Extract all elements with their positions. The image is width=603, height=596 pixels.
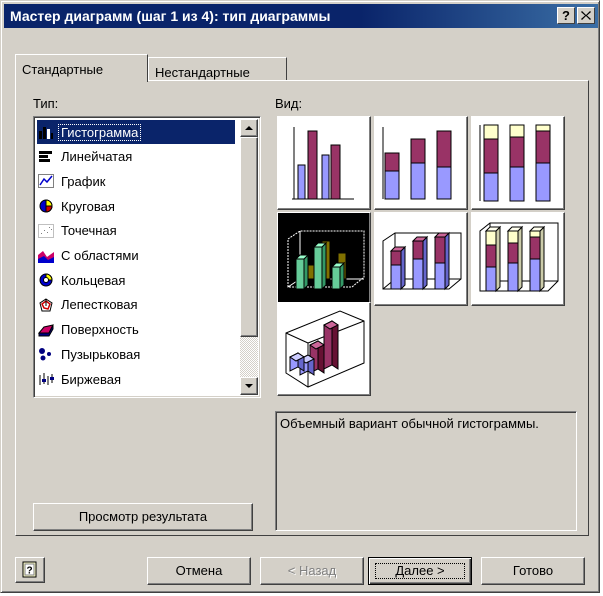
tab-custom[interactable]: Нестандартные xyxy=(148,57,287,81)
arrow-down-icon xyxy=(245,384,253,388)
chart-type-label: Кольцевая xyxy=(61,272,126,288)
stock-chart-icon xyxy=(37,371,55,387)
chart-wizard-dialog: Мастер диаграмм (шаг 1 из 4): тип диагра… xyxy=(0,0,600,593)
horizontal-bar-icon xyxy=(37,149,55,165)
3d-column-subtype[interactable] xyxy=(277,302,371,396)
pie-chart-icon xyxy=(37,198,55,214)
chart-type-label: Точечная xyxy=(61,223,117,239)
tab-standard-label: Стандартные xyxy=(22,62,104,77)
chart-type-item[interactable]: Лепестковая xyxy=(37,293,235,317)
type-label: Тип: xyxy=(33,96,59,111)
chart-type-label: График xyxy=(61,173,106,189)
bar-chart-icon xyxy=(37,124,55,140)
chart-type-item[interactable]: Кольцевая xyxy=(37,268,235,292)
surface-chart-icon xyxy=(37,322,55,338)
next-button[interactable]: Далее > xyxy=(368,557,472,585)
focus-rect xyxy=(375,563,465,579)
close-button[interactable] xyxy=(577,7,595,24)
chart-type-item[interactable]: Линейчатая xyxy=(37,145,235,169)
chart-type-item[interactable]: График xyxy=(37,169,235,193)
3d-100-stacked-column-subtype[interactable] xyxy=(471,212,565,306)
help-title-button[interactable]: ? xyxy=(557,7,575,24)
subtype-description: Объемный вариант обычной гистограммы. xyxy=(275,411,577,531)
cancel-button-label: Отмена xyxy=(175,563,223,578)
chart-type-item[interactable]: С областями xyxy=(37,244,235,268)
tab-standard[interactable]: Стандартные xyxy=(15,54,148,82)
finish-button[interactable]: Готово xyxy=(481,557,585,585)
chart-type-item[interactable]: Поверхность xyxy=(37,318,235,342)
clustered-column-subtype[interactable] xyxy=(277,116,371,210)
title-bar[interactable]: Мастер диаграмм (шаг 1 из 4): тип диагра… xyxy=(4,4,598,28)
scatter-chart-icon xyxy=(37,223,55,239)
svg-text:?: ? xyxy=(26,566,32,577)
chart-type-item[interactable]: Гистограмма xyxy=(37,120,235,144)
3d-clustered-column-image xyxy=(287,230,365,291)
chart-type-list[interactable]: Гистограмма Линейчатая График Круговая Точеч… xyxy=(33,116,261,398)
scroll-thumb[interactable] xyxy=(240,137,258,337)
back-button-label: < Назад xyxy=(287,563,337,578)
chart-type-item[interactable]: Круговая xyxy=(37,194,235,218)
chart-type-label: Линейчатая xyxy=(61,149,133,165)
100-stacked-column-subtype[interactable] xyxy=(471,116,565,210)
close-icon xyxy=(581,11,591,20)
arrow-up-icon xyxy=(245,126,253,130)
chart-type-item[interactable]: Точечная xyxy=(37,219,235,243)
clustered-column-image xyxy=(292,127,354,200)
cancel-button[interactable]: Отмена xyxy=(147,557,251,585)
3d-column-image xyxy=(285,310,365,388)
radar-chart-icon xyxy=(37,297,55,313)
chart-type-item[interactable]: Биржевая xyxy=(37,367,235,391)
3d-stacked-column-subtype[interactable] xyxy=(374,212,468,306)
scroll-up-button[interactable] xyxy=(240,119,258,137)
preview-button-label: Просмотр результата xyxy=(78,509,208,524)
chart-type-label: Пузырьковая xyxy=(61,346,141,362)
back-button[interactable]: < Назад xyxy=(260,557,364,585)
office-assistant-button[interactable]: ? xyxy=(15,557,45,583)
preview-button[interactable]: Просмотр результата xyxy=(33,503,253,531)
area-chart-icon xyxy=(37,248,55,264)
stacked-column-image xyxy=(382,127,452,200)
window-title: Мастер диаграмм (шаг 1 из 4): тип диагра… xyxy=(10,8,331,24)
3d-clustered-column-subtype[interactable] xyxy=(277,212,371,306)
chart-type-label: С областями xyxy=(61,248,139,263)
chart-type-label: Поверхность xyxy=(61,322,139,338)
view-label: Вид: xyxy=(275,96,303,111)
finish-button-label: Готово xyxy=(512,563,554,578)
bubble-chart-icon xyxy=(37,346,55,362)
scroll-down-button[interactable] xyxy=(240,377,258,395)
3d-100-stacked-column-image xyxy=(479,222,559,293)
stacked-column-subtype[interactable] xyxy=(374,116,468,210)
help-icon: ? xyxy=(22,561,37,578)
line-chart-icon xyxy=(37,173,55,189)
chart-type-item[interactable]: Пузырьковая xyxy=(37,342,235,366)
chart-type-label: Гистограмма xyxy=(57,123,142,141)
doughnut-chart-icon xyxy=(37,272,55,288)
chart-type-label: Круговая xyxy=(61,198,115,214)
tab-custom-label: Нестандартные xyxy=(155,65,250,80)
100-stacked-column-image xyxy=(479,124,551,202)
chart-type-label: Биржевая xyxy=(61,371,121,387)
chart-type-label: Лепестковая xyxy=(61,297,138,313)
list-scrollbar[interactable] xyxy=(240,119,258,395)
3d-stacked-column-image xyxy=(382,231,462,291)
